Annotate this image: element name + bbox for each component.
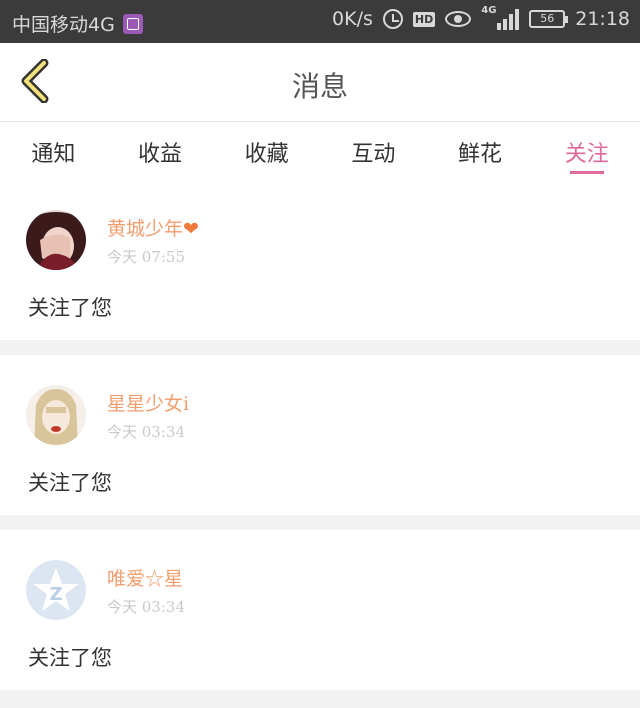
tab-flowers[interactable]: 鲜花 [427,122,534,180]
eye-icon [445,11,472,27]
battery-icon: 56 [529,10,569,28]
message-text: 关注了您 [28,646,112,670]
avatar[interactable] [26,210,86,270]
image-notification-icon [122,13,143,34]
svg-text:Z: Z [49,584,62,605]
tab-favorites[interactable]: 收藏 [213,122,320,180]
list-item[interactable]: Z 唯爱☆星 今天 03:34 关注了您 [0,530,640,690]
alarm-icon [382,9,403,29]
message-text: 关注了您 [28,296,112,320]
network-speed: 0K/s [332,8,373,30]
tab-follows[interactable]: 关注 [533,122,640,180]
avatar-image [26,385,86,445]
timestamp: 今天 03:34 [107,423,185,441]
signal-icon: 4G [481,5,520,30]
default-avatar-icon: Z [26,560,86,620]
user-name-text: 黄城少年 [107,218,184,240]
tab-notifications[interactable]: 通知 [0,122,107,180]
tab-bar: 通知 收益 收藏 互动 鲜花 关注 [0,122,640,180]
avatar[interactable] [26,385,86,445]
page-title: 消息 [291,70,348,103]
carrier-label: 中国移动4G [12,14,115,36]
app-header: 消息 [0,43,640,122]
list-item[interactable]: 黄城少年❤ 今天 07:55 关注了您 [0,180,640,340]
tab-interactions[interactable]: 互动 [320,122,427,180]
timestamp: 今天 07:55 [107,248,185,266]
list-item[interactable]: 星星少女i 今天 03:34 关注了您 [0,355,640,515]
status-right: 0K/s HD 4G 56 21:18 [332,5,630,30]
user-name[interactable]: 星星少女i [107,389,189,416]
avatar-image [26,210,86,270]
network-type: 4G [481,5,497,16]
user-name[interactable]: 唯爱☆星 [107,564,183,591]
status-left: 中国移动4G [12,10,143,37]
message-list: 黄城少年❤ 今天 07:55 关注了您 星星少女i 今天 03:34 关注了您 … [0,180,640,705]
heart-icon: ❤ [183,218,199,240]
user-name[interactable]: 黄城少年❤ [107,214,199,241]
message-text: 关注了您 [28,471,112,495]
tab-earnings[interactable]: 收益 [107,122,214,180]
timestamp: 今天 03:34 [107,598,185,616]
avatar[interactable]: Z [26,560,86,620]
status-bar: 中国移动4G 0K/s HD 4G 56 21:18 [0,0,640,43]
clock: 21:18 [575,8,630,30]
hd-icon: HD [412,11,436,27]
